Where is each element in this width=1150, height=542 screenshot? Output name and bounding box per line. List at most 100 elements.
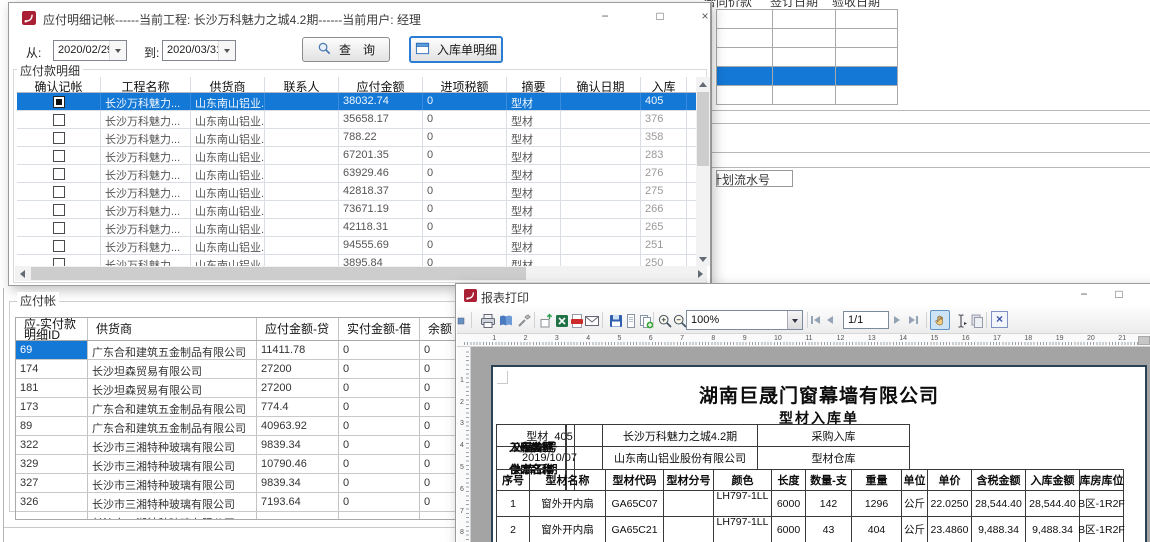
cell-tax[interactable]: 0 (423, 165, 507, 182)
cell-project[interactable]: 长沙万科魅力... (101, 183, 191, 200)
vertical-scrollbar[interactable] (696, 77, 710, 266)
payable-summary-row[interactable]: 174长沙坦森贸易有限公司2720000 (16, 360, 476, 379)
cell-confirm[interactable] (17, 147, 101, 164)
cell-tax[interactable]: 0 (423, 255, 507, 266)
cell-summary[interactable]: 型材 (507, 201, 561, 218)
cell-summary[interactable]: 型材 (507, 111, 561, 128)
cell-tax[interactable]: 0 (423, 183, 507, 200)
cell-supplier[interactable]: 山东南山铝业... (191, 255, 265, 266)
cell-confirm-date[interactable] (561, 255, 641, 266)
cell-tax[interactable]: 0 (423, 147, 507, 164)
cell-confirm[interactable] (17, 183, 101, 200)
payable-detail-row[interactable]: 长沙万科魅力...山东南山铝业...42818.370型材275 (17, 183, 696, 201)
cell-tax[interactable]: 0 (423, 219, 507, 236)
cell-inbound[interactable]: 275 (641, 183, 687, 200)
cell-id[interactable]: 329 (16, 455, 88, 473)
prev-page-icon[interactable] (827, 314, 833, 326)
to-date-combobox[interactable]: 2020/03/31 (162, 40, 236, 61)
cell-id[interactable]: 322 (16, 436, 88, 454)
cell-project[interactable]: 长沙万科魅力... (101, 219, 191, 236)
cell-amount[interactable]: 42818.37 (339, 183, 423, 200)
copy-icon[interactable] (968, 312, 985, 329)
close-preview-icon[interactable]: × (991, 311, 1008, 328)
cell-amount[interactable]: 73671.19 (339, 201, 423, 218)
cell-inbound[interactable]: 376 (641, 111, 687, 128)
page-number-box[interactable]: 1/1 (843, 311, 889, 329)
cell-amount[interactable]: 42118.31 (339, 219, 423, 236)
cell-project[interactable]: 长沙万科魅力... (101, 237, 191, 254)
column-header[interactable]: 应付金额 (339, 77, 423, 92)
payable-detail-row[interactable]: 长沙万科魅力...山东南山铝业...35658.170型材376 (17, 111, 696, 129)
cell-contact[interactable] (265, 219, 339, 236)
multi-page-icon[interactable] (637, 312, 654, 329)
cell-credit[interactable]: 9839.34 (257, 436, 339, 454)
cell-id[interactable]: 69 (16, 341, 88, 359)
cell-amount[interactable]: 3895.84 (339, 255, 423, 266)
cell-supplier[interactable]: 山东南山铝业... (191, 129, 265, 146)
scrollbar-thumb[interactable] (697, 92, 709, 166)
first-page-icon[interactable] (811, 314, 820, 326)
column-header[interactable]: 入库 (641, 77, 687, 92)
cell-supplier[interactable]: 山东南山铝业... (191, 165, 265, 182)
cell-contact[interactable] (265, 237, 339, 254)
cell-debit[interactable]: 0 (339, 379, 420, 397)
confirm-checkbox[interactable] (53, 240, 65, 252)
cell-confirm-date[interactable] (561, 129, 641, 146)
cell-summary[interactable]: 型材 (507, 93, 561, 110)
cell-confirm[interactable] (17, 129, 101, 146)
payable-detail-row[interactable]: 长沙万科魅力...山东南山铝业...63929.460型材276 (17, 165, 696, 183)
next-page-icon[interactable] (894, 314, 900, 326)
cell-confirm[interactable] (17, 255, 101, 266)
cell-tax[interactable]: 0 (423, 237, 507, 254)
cell-project[interactable]: 长沙万科魅力... (101, 93, 191, 110)
cell-confirm[interactable] (17, 111, 101, 128)
cell-tax[interactable]: 0 (423, 201, 507, 218)
cell-supplier[interactable]: 山东南山铝业... (191, 237, 265, 254)
payable-detail-row[interactable]: 长沙万科魅力...山东南山铝业...94555.690型材251 (17, 237, 696, 255)
cell-supplier[interactable]: 山东南山铝业... (191, 111, 265, 128)
close-button[interactable]: × (1142, 286, 1150, 304)
cell-contact[interactable] (265, 93, 339, 110)
payable-detail-row[interactable]: 长沙万科魅力...山东南山铝业...38032.740型材405 (17, 93, 696, 111)
cell-id[interactable] (16, 512, 88, 519)
cell-debit[interactable]: 0 (339, 398, 420, 416)
cell-summary[interactable]: 型材 (507, 237, 561, 254)
payable-summary-row[interactable]: 322长沙市三湘特种玻璃有限公司9839.3400 (16, 436, 476, 455)
cell-summary[interactable]: 型材 (507, 255, 561, 266)
column-header[interactable]: 应-实付款明细ID (16, 318, 88, 340)
cell-debit[interactable]: 0 (339, 360, 420, 378)
cell-confirm-date[interactable] (561, 237, 641, 254)
empty-row[interactable] (717, 86, 897, 105)
cell-tax[interactable]: 0 (423, 93, 507, 110)
cell-debit[interactable]: 0 (339, 493, 420, 511)
close-button[interactable]: × (693, 8, 717, 26)
cell-confirm-date[interactable] (561, 219, 641, 236)
column-header[interactable]: 供货商 (191, 77, 265, 92)
payable-detail-row[interactable]: 长沙万科魅力...山东南山铝业...67201.350型材283 (17, 147, 696, 165)
page-setup-icon[interactable] (497, 312, 514, 329)
cell-supplier[interactable]: 广东合和建筑五金制品有限公司 (88, 417, 257, 435)
cell-confirm[interactable] (17, 219, 101, 236)
cell-inbound[interactable]: 265 (641, 219, 687, 236)
horizontal-scrollbar[interactable] (15, 266, 707, 281)
cell-confirm[interactable] (17, 237, 101, 254)
scroll-up-arrow[interactable] (696, 77, 710, 91)
cell-debit[interactable]: 0 (339, 417, 420, 435)
chevron-down-icon[interactable] (218, 41, 235, 60)
minimize-button[interactable]: − (593, 8, 617, 26)
zoom-level-combobox[interactable]: 100% (686, 310, 803, 330)
cell-inbound[interactable]: 266 (641, 201, 687, 218)
payable-summary-row[interactable]: 173广东合和建筑五金制品有限公司774.400 (16, 398, 476, 417)
cell-contact[interactable] (265, 111, 339, 128)
cell-project[interactable]: 长沙万科魅力... (101, 147, 191, 164)
cell-project[interactable]: 长沙万科魅力... (101, 255, 191, 266)
cell-amount[interactable]: 38032.74 (339, 93, 423, 110)
column-header[interactable]: 工程名称 (101, 77, 191, 92)
cell-confirm[interactable] (17, 165, 101, 182)
payable-summary-row[interactable]: 326长沙市三湘特种玻璃有限公司7193.6400 (16, 493, 476, 512)
cell-debit[interactable]: 0 (339, 341, 420, 359)
cell-confirm[interactable] (17, 93, 101, 110)
cell-contact[interactable] (265, 183, 339, 200)
scroll-right-arrow[interactable] (693, 266, 707, 281)
cell-summary[interactable]: 型材 (507, 219, 561, 236)
